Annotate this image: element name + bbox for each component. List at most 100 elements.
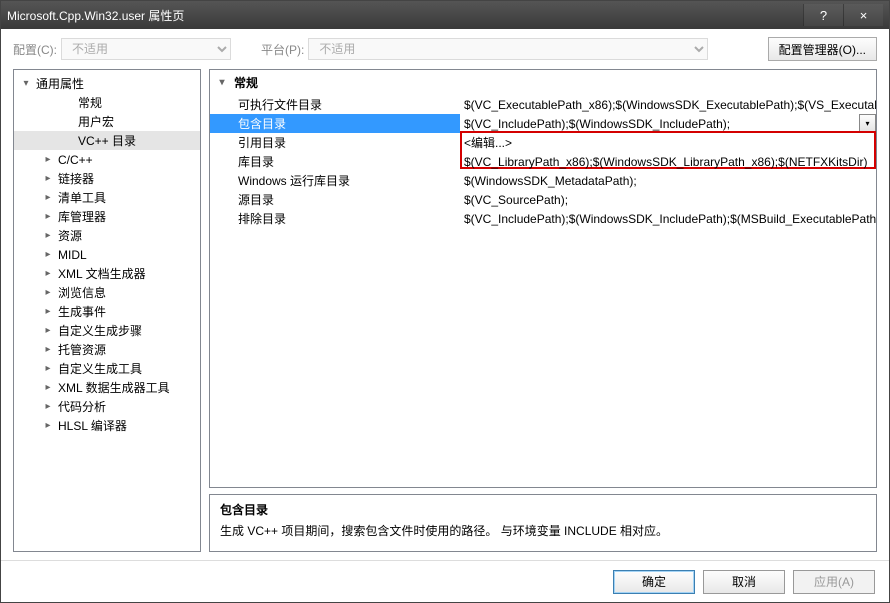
chevron-right-icon[interactable]: ▸ bbox=[42, 306, 54, 318]
tree-item-label: 自定义生成步骤 bbox=[58, 322, 142, 339]
tree-item[interactable]: ▸ C/C++ bbox=[14, 150, 200, 169]
tree-item-label: 资源 bbox=[58, 227, 82, 244]
chevron-down-icon: ▾ bbox=[865, 119, 869, 128]
tree-item[interactable]: ▸ MIDL bbox=[14, 245, 200, 264]
tree-item-label: 生成事件 bbox=[58, 303, 106, 320]
tree-item-label: 链接器 bbox=[58, 170, 94, 187]
tree-item-label: 库管理器 bbox=[58, 208, 106, 225]
chevron-right-icon[interactable]: ▸ bbox=[42, 268, 54, 280]
property-value[interactable]: $(VC_IncludePath);$(WindowsSDK_IncludePa… bbox=[460, 114, 876, 133]
platform-select[interactable]: 不适用 bbox=[308, 38, 708, 60]
description-text: 生成 VC++ 项目期间，搜索包含文件时使用的路径。 与环境变量 INCLUDE… bbox=[220, 522, 866, 539]
property-row[interactable]: 可执行文件目录$(VC_ExecutablePath_x86);$(Window… bbox=[210, 95, 876, 114]
chevron-down-icon: ▾ bbox=[216, 77, 228, 89]
chevron-right-icon[interactable]: ▸ bbox=[42, 401, 54, 413]
tree-item[interactable]: ▸ 自定义生成工具 bbox=[14, 359, 200, 378]
property-value[interactable]: $(VC_ExecutablePath_x86);$(WindowsSDK_Ex… bbox=[460, 95, 876, 114]
tree-item-label: HLSL 编译器 bbox=[58, 417, 127, 434]
property-value[interactable]: $(VC_IncludePath);$(WindowsSDK_IncludePa… bbox=[460, 209, 876, 228]
tree-item-label: XML 文档生成器 bbox=[58, 265, 146, 282]
tree-item[interactable]: ▸ 链接器 bbox=[14, 169, 200, 188]
tree-item[interactable]: ▸用户宏 bbox=[14, 112, 200, 131]
description-pane: 包含目录 生成 VC++ 项目期间，搜索包含文件时使用的路径。 与环境变量 IN… bbox=[209, 494, 877, 552]
chevron-right-icon[interactable]: ▸ bbox=[42, 344, 54, 356]
chevron-right-icon[interactable]: ▸ bbox=[42, 230, 54, 242]
tree-item[interactable]: ▸ XML 数据生成器工具 bbox=[14, 378, 200, 397]
tree-item[interactable]: ▸ 代码分析 bbox=[14, 397, 200, 416]
property-label: 包含目录 bbox=[210, 114, 460, 133]
property-row[interactable]: Windows 运行库目录$(WindowsSDK_MetadataPath); bbox=[210, 171, 876, 190]
property-row[interactable]: 库目录$(VC_LibraryPath_x86);$(WindowsSDK_Li… bbox=[210, 152, 876, 171]
tree-item-label: 浏览信息 bbox=[58, 284, 106, 301]
tree-item-label: 自定义生成工具 bbox=[58, 360, 142, 377]
dropdown-button[interactable]: ▾ bbox=[859, 114, 876, 133]
tree-item-label: C/C++ bbox=[58, 153, 93, 167]
grid-section-title: 常规 bbox=[234, 74, 258, 91]
close-button[interactable]: × bbox=[843, 4, 883, 26]
chevron-right-icon[interactable]: ▸ bbox=[42, 211, 54, 223]
tree-item-label: VC++ 目录 bbox=[78, 132, 136, 149]
config-select[interactable]: 不适用 bbox=[61, 38, 231, 60]
tree-item[interactable]: ▸ 清单工具 bbox=[14, 188, 200, 207]
property-label: 源目录 bbox=[210, 190, 460, 209]
tree-item-label: 常规 bbox=[78, 94, 102, 111]
config-label: 配置(C): bbox=[13, 41, 57, 58]
tree-item[interactable]: ▸常规 bbox=[14, 93, 200, 112]
chevron-right-icon[interactable]: ▸ bbox=[42, 154, 54, 166]
titlebar: Microsoft.Cpp.Win32.user 属性页 ? × bbox=[1, 1, 889, 29]
help-button[interactable]: ? bbox=[803, 4, 843, 26]
property-label: 库目录 bbox=[210, 152, 460, 171]
property-label: 引用目录 bbox=[210, 133, 460, 152]
chevron-right-icon[interactable]: ▸ bbox=[42, 249, 54, 261]
chevron-right-icon[interactable]: ▸ bbox=[42, 287, 54, 299]
tree-item[interactable]: ▸ XML 文档生成器 bbox=[14, 264, 200, 283]
platform-label: 平台(P): bbox=[261, 41, 304, 58]
apply-button[interactable]: 应用(A) bbox=[793, 570, 875, 594]
property-row[interactable]: 包含目录$(VC_IncludePath);$(WindowsSDK_Inclu… bbox=[210, 114, 876, 133]
property-value[interactable]: $(WindowsSDK_MetadataPath); bbox=[460, 171, 876, 190]
tree-item-label: 托管资源 bbox=[58, 341, 106, 358]
tree-item[interactable]: ▾ 通用属性 bbox=[14, 74, 200, 93]
tree-item[interactable]: ▸ 资源 bbox=[14, 226, 200, 245]
tree-item[interactable]: ▸ 库管理器 bbox=[14, 207, 200, 226]
tree-item[interactable]: ▸ 浏览信息 bbox=[14, 283, 200, 302]
property-grid: ▾ 常规 可执行文件目录$(VC_ExecutablePath_x86);$(W… bbox=[209, 69, 877, 488]
toolbar: 配置(C): 不适用 平台(P): 不适用 配置管理器(O)... bbox=[1, 29, 889, 69]
property-value[interactable]: $(VC_SourcePath); bbox=[460, 190, 876, 209]
property-value[interactable]: <编辑...> bbox=[460, 133, 876, 152]
property-row[interactable]: 排除目录$(VC_IncludePath);$(WindowsSDK_Inclu… bbox=[210, 209, 876, 228]
window-title: Microsoft.Cpp.Win32.user 属性页 bbox=[7, 7, 803, 24]
tree-item[interactable]: ▸ HLSL 编译器 bbox=[14, 416, 200, 435]
property-row[interactable]: 源目录$(VC_SourcePath); bbox=[210, 190, 876, 209]
chevron-right-icon[interactable]: ▸ bbox=[42, 363, 54, 375]
tree-item-label: MIDL bbox=[58, 248, 87, 262]
dialog-footer: 确定 取消 应用(A) bbox=[1, 560, 889, 602]
tree-item[interactable]: ▸ 生成事件 bbox=[14, 302, 200, 321]
property-label: 可执行文件目录 bbox=[210, 95, 460, 114]
property-label: Windows 运行库目录 bbox=[210, 171, 460, 190]
chevron-down-icon[interactable]: ▾ bbox=[20, 78, 32, 90]
chevron-right-icon[interactable]: ▸ bbox=[42, 420, 54, 432]
tree-item-label: 清单工具 bbox=[58, 189, 106, 206]
property-row[interactable]: 引用目录<编辑...> bbox=[210, 133, 876, 152]
description-title: 包含目录 bbox=[220, 501, 866, 518]
tree-item-label: 用户宏 bbox=[78, 113, 114, 130]
tree-item[interactable]: ▸VC++ 目录 bbox=[14, 131, 200, 150]
tree-item-label: 代码分析 bbox=[58, 398, 106, 415]
category-tree[interactable]: ▾通用属性▸常规▸用户宏▸VC++ 目录▸C/C++▸链接器▸清单工具▸库管理器… bbox=[13, 69, 201, 552]
tree-item-label: 通用属性 bbox=[36, 75, 84, 92]
grid-section-header[interactable]: ▾ 常规 bbox=[210, 70, 876, 95]
tree-item[interactable]: ▸ 自定义生成步骤 bbox=[14, 321, 200, 340]
ok-button[interactable]: 确定 bbox=[613, 570, 695, 594]
property-page-window: Microsoft.Cpp.Win32.user 属性页 ? × 配置(C): … bbox=[0, 0, 890, 603]
chevron-right-icon[interactable]: ▸ bbox=[42, 382, 54, 394]
cancel-button[interactable]: 取消 bbox=[703, 570, 785, 594]
config-manager-button[interactable]: 配置管理器(O)... bbox=[768, 37, 877, 61]
chevron-right-icon[interactable]: ▸ bbox=[42, 173, 54, 185]
chevron-right-icon[interactable]: ▸ bbox=[42, 192, 54, 204]
property-label: 排除目录 bbox=[210, 209, 460, 228]
tree-item[interactable]: ▸ 托管资源 bbox=[14, 340, 200, 359]
chevron-right-icon[interactable]: ▸ bbox=[42, 325, 54, 337]
tree-item-label: XML 数据生成器工具 bbox=[58, 379, 170, 396]
property-value[interactable]: $(VC_LibraryPath_x86);$(WindowsSDK_Libra… bbox=[460, 152, 876, 171]
